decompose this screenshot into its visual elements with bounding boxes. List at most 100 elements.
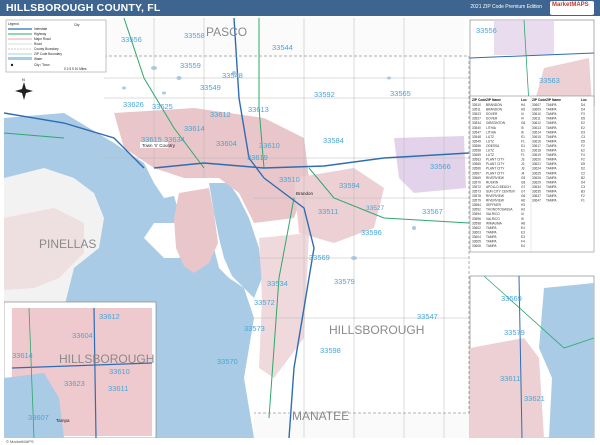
zip-label[interactable]: 33592 (314, 90, 335, 99)
inset-zip-label[interactable]: 33604 (72, 331, 93, 340)
pasco-county-area (104, 18, 464, 58)
inset-zip-label[interactable]: 33611 (500, 374, 520, 383)
zip-label[interactable]: 33613 (248, 105, 269, 114)
zip-table-cell-code: 33610 (532, 112, 541, 116)
zip-label[interactable]: 33598 (320, 346, 341, 355)
zip-table-cell-code: 33578 (472, 194, 481, 198)
zip-label[interactable]: 33534 (267, 279, 288, 288)
zip-table-cell-loc: F3 (581, 112, 585, 116)
zip-label[interactable]: 33626 (123, 100, 144, 109)
zip-label[interactable]: 33614 (184, 124, 205, 133)
zip-label[interactable]: 33548 (222, 71, 243, 80)
zip-table-cell-code: 33527 (472, 117, 481, 121)
zip-label[interactable]: 33634 (164, 135, 185, 144)
zip-table-cell-code: 33619 (532, 153, 541, 157)
zip-label[interactable]: 33604 (216, 139, 237, 148)
zip-table-cell-loc: D4 (581, 108, 585, 112)
zip-label[interactable]: 33612 (210, 110, 231, 119)
county-map[interactable]: PINELLAS PASCO HILLSBOROUGH MANATEE Town… (4, 18, 596, 438)
table-header-zip: ZIP Code (472, 98, 486, 102)
zip-table-cell-loc: I4 (521, 117, 524, 121)
inset-zip-label[interactable]: 33569 (501, 294, 522, 303)
zip-table-cell-loc: D4 (581, 103, 585, 107)
zip-label[interactable]: 33559 (180, 61, 201, 70)
zip-table-cell-code: 33624 (532, 167, 541, 171)
zip-label[interactable]: 33615 (141, 135, 162, 144)
inset-top-right[interactable]: 33556 33563 (469, 19, 595, 107)
legend-title: Legend (8, 22, 19, 26)
zip-table-cell-name: LITHIA (486, 126, 497, 130)
zip-label[interactable]: 33544 (272, 43, 293, 52)
zip-label[interactable]: 33572 (254, 298, 275, 307)
zip-label[interactable]: 33625 (152, 102, 173, 111)
legend-box: Legend Interstate Highway Major Road Roa… (5, 19, 107, 73)
zip-table-cell-code: 33617 (532, 144, 541, 148)
zip-table-cell-name: DOVER (486, 112, 498, 116)
inset-zip-label[interactable]: 33614 (12, 351, 33, 360)
zip-table-cell-loc: F4 (521, 240, 525, 244)
zip-table-cell-code: 33559 (472, 153, 481, 157)
zip-label[interactable]: 33547 (417, 312, 438, 321)
zip-table-cell-name: TAMPA (546, 185, 557, 189)
zip-table-cell-loc: B3 (581, 189, 585, 193)
zip-table-cell-loc: G5 (521, 176, 525, 180)
zip-label[interactable]: 33594 (339, 181, 360, 190)
zip-table-cell-code: 33579 (472, 199, 481, 203)
place-label-pasco: PASCO (206, 25, 247, 39)
zip-table-cell-name: TAMPA (546, 158, 557, 162)
inset-zip-label[interactable]: 33579 (504, 328, 525, 337)
zip-table-cell-loc: E3 (521, 230, 525, 234)
copyright-text: © MarketMAPS (6, 439, 34, 444)
inset-zip-label[interactable]: 33610 (109, 367, 130, 376)
inset-zip-label[interactable]: 33607 (28, 413, 49, 422)
zip-label[interactable]: 33569 (309, 253, 330, 262)
zip-label[interactable]: 33549 (200, 83, 221, 92)
zip-table-cell-name: PLANT CITY (486, 167, 505, 171)
inset-zip-label[interactable]: 33611 (108, 384, 128, 393)
zip-label[interactable]: 33510 (279, 175, 300, 184)
zip-label[interactable]: 33566 (430, 162, 451, 171)
zip-label[interactable]: 33610 (259, 141, 280, 150)
zip-table-cell-code: 33604 (472, 235, 481, 239)
zip-table-cell-loc: H8 (521, 221, 525, 225)
zip-label[interactable]: 33558 (184, 31, 205, 40)
zip-label[interactable]: 33527 (366, 205, 384, 212)
zip-label[interactable]: 33565 (390, 89, 411, 98)
zip-label[interactable]: 33584 (323, 136, 344, 145)
legend-city-sample: City (74, 23, 80, 27)
zip-label[interactable]: 33596 (361, 228, 382, 237)
zip-label[interactable]: 33567 (422, 207, 443, 216)
zip-label[interactable]: 33579 (334, 277, 355, 286)
zip-label[interactable]: 33619 (247, 153, 268, 162)
inset-zip-label[interactable]: 33563 (539, 76, 560, 85)
zip-table-cell-loc: G8 (521, 180, 525, 184)
legend-item-water: Water (34, 57, 43, 61)
zip-table-cell-loc: I4 (521, 212, 524, 216)
inset-zip-label[interactable]: 33556 (476, 26, 497, 35)
zip-table-cell-name: RIVERVIEW (486, 199, 504, 203)
zip-table-cell-loc: E2 (581, 126, 585, 130)
zip-table-cell-loc: F4 (581, 153, 585, 157)
inset-place-label: HILLSBOROUGH (59, 352, 154, 366)
zip-table-cell-name: TAMPA (546, 176, 557, 180)
city-label-brandon: Brandon (296, 191, 314, 196)
legend-item-major-road: Major Road (34, 37, 51, 41)
zip-table-cell-code: 33637 (532, 194, 541, 198)
zip-label[interactable]: 33573 (244, 324, 265, 333)
zip-table-cell-code: 33556 (472, 144, 481, 148)
inset-zip-label[interactable]: 33623 (64, 379, 85, 388)
zip-table-cell-loc: F1 (521, 139, 525, 143)
zip-table-cell-loc: F1 (581, 199, 585, 203)
zip-table-cell-code: 33570 (472, 180, 481, 184)
table-header-name: ZIP Name (486, 98, 501, 102)
zip-table-cell-name: BRANDON (486, 108, 503, 112)
inset-zip-label[interactable]: 33612 (99, 312, 120, 321)
legend-item-zip: ZIP Code Boundary (34, 52, 62, 56)
zip-table-cell-name: LUTZ (486, 153, 494, 157)
zip-label[interactable]: 33570 (217, 357, 238, 366)
zip-label[interactable]: 33511 (318, 207, 338, 216)
inset-bottom-left[interactable]: 33612 33604 33614 33610 33623 33611 3360… (4, 301, 157, 438)
zip-label[interactable]: 33556 (121, 35, 142, 44)
inset-zip-label[interactable]: 33621 (524, 394, 545, 403)
inset-bottom-right[interactable]: 33569 33579 33611 33621 (469, 275, 595, 438)
